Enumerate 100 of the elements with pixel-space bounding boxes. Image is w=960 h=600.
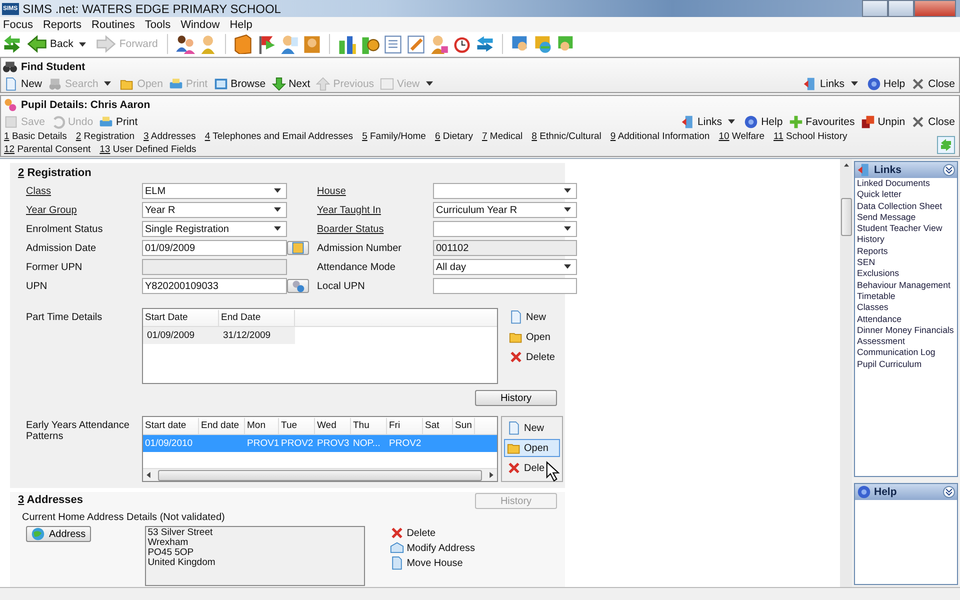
caret-icon[interactable] [274, 226, 281, 230]
field-link[interactable]: Boarder Status [317, 224, 433, 234]
section-link[interactable]: 8 Ethnic/Cultural [532, 130, 602, 143]
column-header[interactable]: End date [199, 418, 245, 434]
section-link[interactable]: 13 User Defined Fields [100, 143, 196, 156]
history-button[interactable]: History [475, 390, 557, 406]
back-button[interactable]: Back [25, 33, 92, 55]
menu-item[interactable]: Routines [88, 18, 142, 30]
panel-header[interactable]: Help [855, 484, 957, 500]
readonly-field[interactable] [142, 259, 287, 275]
column-header[interactable]: Sat [423, 418, 453, 434]
scroll-thumb[interactable] [840, 198, 852, 236]
link-item[interactable]: Student Teacher View [855, 223, 957, 234]
menu-item[interactable]: Window [178, 18, 227, 30]
section-link[interactable]: 7 Medical [482, 130, 523, 143]
maximize-button[interactable] [888, 0, 914, 17]
section-link[interactable]: 3 Addresses [144, 130, 196, 143]
menu-item[interactable]: Tools [142, 18, 178, 30]
section-link[interactable]: 11 School History [773, 130, 848, 143]
link-item[interactable]: Timetable [855, 290, 957, 302]
browse-tool-button[interactable]: Browse [212, 76, 268, 92]
close-tool-button[interactable]: Close [909, 114, 957, 130]
link-item[interactable]: Communication Log [855, 347, 957, 359]
link-item[interactable]: Linked Documents [855, 178, 957, 190]
link-item[interactable]: History [855, 234, 957, 246]
caret-icon[interactable] [79, 42, 86, 46]
section-link[interactable]: 1 Basic Details [4, 130, 67, 143]
scroll-right-icon[interactable] [489, 472, 494, 478]
section-link[interactable]: 4 Telephones and Email Addresses [204, 130, 354, 143]
calendar-button[interactable] [287, 241, 309, 255]
menu-item[interactable]: Help [226, 18, 260, 30]
book-icon[interactable] [232, 34, 253, 54]
close-tool-button[interactable]: Close [909, 76, 957, 92]
person-icon[interactable] [302, 34, 322, 54]
link-item[interactable]: Classes [855, 302, 957, 314]
dropdown-field[interactable] [433, 221, 577, 237]
scrollbar[interactable] [840, 159, 852, 587]
caret-icon[interactable] [728, 119, 736, 124]
arrows-icon[interactable] [474, 34, 495, 54]
delete-action[interactable]: Delete [386, 526, 478, 540]
delete-action[interactable]: Delete [506, 348, 558, 366]
person-icon[interactable] [428, 34, 449, 54]
dropdown-field[interactable]: Single Registration [142, 221, 287, 237]
section-link[interactable]: 10 Welfare [718, 130, 764, 143]
field-link[interactable]: House [317, 186, 433, 196]
column-header[interactable]: Start Date [143, 310, 219, 326]
caret-icon[interactable] [850, 81, 858, 86]
caret-icon[interactable] [564, 206, 571, 212]
section-link[interactable]: 6 Dietary [434, 130, 473, 143]
unpin-tool-button[interactable]: Unpin [858, 114, 908, 130]
chart-icon[interactable] [336, 34, 357, 54]
input-field[interactable]: 01/09/2009 [142, 240, 287, 256]
dropdown-field[interactable] [433, 183, 577, 199]
pencil-icon[interactable] [406, 34, 426, 54]
input-field[interactable]: Y820200109033 [142, 278, 287, 294]
column-header[interactable]: End Date [219, 310, 295, 326]
link-item[interactable]: Dinner Money Financials [855, 324, 957, 336]
section-link[interactable]: 9 Additional Information [610, 130, 710, 143]
column-header[interactable]: Start date [143, 418, 199, 434]
link-item[interactable]: Assessment [855, 336, 957, 348]
person-icon[interactable] [278, 34, 299, 54]
caret-icon[interactable] [564, 226, 571, 230]
arrows-icon[interactable] [2, 34, 22, 54]
people-icon[interactable] [174, 34, 195, 54]
new-action[interactable]: New [504, 419, 560, 437]
column-header[interactable]: Thu [351, 418, 387, 434]
column-header[interactable]: Fri [387, 418, 423, 434]
link-item[interactable]: SEN [855, 257, 957, 268]
dropdown-field[interactable]: Year R [142, 202, 287, 218]
help-tool-button[interactable]: Help [864, 76, 908, 92]
column-header[interactable]: Mon [245, 418, 279, 434]
column-header[interactable]: Tue [279, 418, 315, 434]
move-action[interactable]: Move House [386, 556, 478, 570]
dropdown-field[interactable]: ELM [142, 183, 287, 199]
scroll-thumb[interactable] [158, 470, 482, 480]
link-item[interactable]: Send Message [855, 212, 957, 224]
link-item[interactable]: Data Collection Sheet [855, 200, 957, 212]
open-action[interactable]: Open [504, 439, 560, 457]
collapse-icon[interactable] [943, 486, 955, 498]
link-item[interactable]: Quick letter [855, 189, 957, 201]
menu-item[interactable]: Reports [40, 18, 88, 30]
scrollbar[interactable] [143, 468, 497, 481]
new-tool-button[interactable]: New [2, 76, 44, 92]
field-link[interactable]: Year Group [26, 204, 142, 216]
scroll-up-icon[interactable] [844, 162, 848, 168]
minimize-button[interactable] [862, 0, 888, 17]
readonly-field[interactable]: 001102 [433, 240, 577, 256]
link-item[interactable]: Pupil Curriculum [855, 358, 957, 370]
help-tool-button[interactable]: Help [742, 114, 785, 130]
field-link[interactable]: Year Taught In [317, 204, 433, 216]
input-field[interactable] [433, 278, 577, 294]
open-action[interactable]: Open [506, 328, 558, 346]
collapse-icon[interactable] [943, 164, 955, 176]
section-link[interactable]: 12 Parental Consent [4, 143, 91, 156]
dropdown-field[interactable]: Curriculum Year R [433, 202, 577, 218]
scroll-left-icon[interactable] [146, 472, 151, 478]
section-link[interactable]: 5 Family/Home [362, 130, 426, 143]
link-item[interactable]: Exclusions [855, 268, 957, 280]
print-tool-button[interactable]: Print [97, 114, 140, 130]
list-icon[interactable] [382, 34, 403, 54]
